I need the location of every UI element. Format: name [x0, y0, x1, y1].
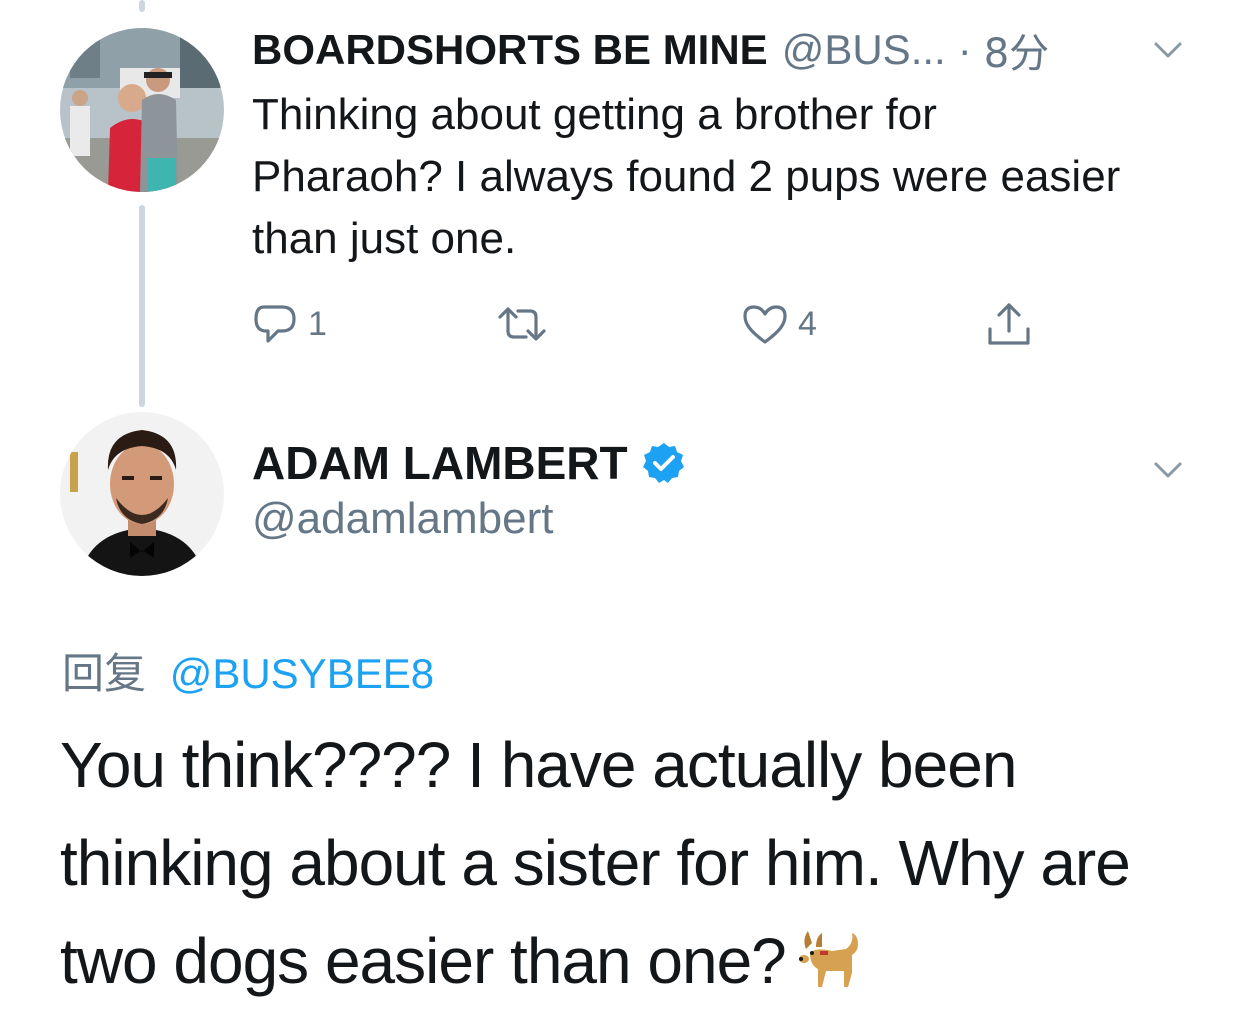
dog-emoji-icon	[796, 922, 866, 992]
tweet1-handle[interactable]: @BUS...	[782, 26, 946, 74]
verified-badge-icon	[642, 441, 686, 485]
reply-button[interactable]: 1	[250, 296, 327, 352]
thread-line-top	[139, 0, 145, 12]
tweet1-separator: ·	[957, 26, 972, 73]
retweet-button[interactable]	[494, 296, 558, 352]
avatar-adamlambert[interactable]	[60, 412, 224, 576]
reply-icon	[250, 299, 300, 349]
tweet1-timestamp[interactable]: 8分	[984, 21, 1049, 79]
share-icon	[984, 299, 1034, 349]
chevron-down-icon[interactable]	[1148, 450, 1188, 490]
tweet2-display-name[interactable]: ADAM LAMBERT	[252, 436, 628, 490]
chevron-down-icon[interactable]	[1148, 30, 1188, 70]
tweet1-actions: 1 4	[250, 296, 1050, 352]
heart-icon	[740, 299, 790, 349]
share-button[interactable]	[984, 296, 1034, 352]
tweet2-text-body: You think???? I have actually been think…	[60, 729, 1131, 997]
tweet2-text: You think???? I have actually been think…	[60, 716, 1210, 1010]
retweet-icon	[494, 299, 550, 349]
tweet1-display-name[interactable]: BOARDSHORTS BE MINE	[252, 26, 768, 74]
thread-line	[139, 205, 145, 407]
tweet1-header: BOARDSHORTS BE MINE @BUS... · 8分	[252, 22, 1049, 78]
reply-context: 回复 @BUSYBEE8	[62, 640, 434, 701]
tweet2-handle[interactable]: @adamlambert	[252, 494, 553, 544]
reply-mention-link[interactable]: @BUSYBEE8	[170, 650, 434, 697]
like-button[interactable]: 4	[740, 296, 817, 352]
tweet2-name-row: ADAM LAMBERT	[252, 434, 686, 492]
like-count: 4	[798, 304, 817, 343]
tweet1-text: Thinking about getting a brother for Pha…	[252, 90, 1121, 263]
avatar-boardshorts[interactable]	[60, 28, 224, 192]
reply-count: 1	[308, 304, 327, 343]
reply-label: 回复	[62, 649, 147, 698]
